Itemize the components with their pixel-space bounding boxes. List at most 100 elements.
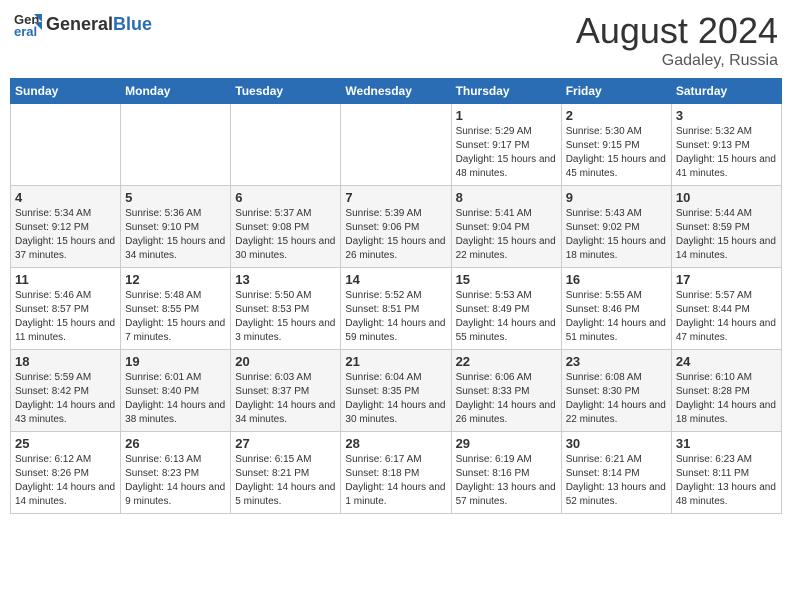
day-info: Sunrise: 6:10 AM Sunset: 8:28 PM Dayligh… — [676, 371, 777, 427]
day-info: Sunrise: 6:01 AM Sunset: 8:40 PM Dayligh… — [125, 371, 226, 427]
day-number: 27 — [235, 436, 336, 451]
day-number: 23 — [566, 354, 667, 369]
day-number: 21 — [345, 354, 446, 369]
table-row: 16 Sunrise: 5:55 AM Sunset: 8:46 PM Dayli… — [561, 268, 671, 350]
table-row — [11, 104, 121, 186]
day-number: 11 — [15, 272, 116, 287]
table-row — [121, 104, 231, 186]
table-row: 1 Sunrise: 5:29 AM Sunset: 9:17 PM Daylig… — [451, 104, 561, 186]
day-number: 7 — [345, 190, 446, 205]
day-number: 12 — [125, 272, 226, 287]
header-friday: Friday — [561, 79, 671, 104]
day-number: 16 — [566, 272, 667, 287]
table-row: 31Sunrise: 6:23 AM Sunset: 8:11 PM Dayli… — [671, 432, 781, 514]
day-info: Sunrise: 6:19 AM Sunset: 8:16 PM Dayligh… — [456, 453, 557, 509]
day-info: Sunrise: 6:06 AM Sunset: 8:33 PM Dayligh… — [456, 371, 557, 427]
day-number: 5 — [125, 190, 226, 205]
day-info: Sunrise: 6:12 AM Sunset: 8:26 PM Dayligh… — [15, 453, 116, 509]
day-number: 2 — [566, 108, 667, 123]
day-info: Sunrise: 6:21 AM Sunset: 8:14 PM Dayligh… — [566, 453, 667, 509]
day-number: 1 — [456, 108, 557, 123]
day-number: 17 — [676, 272, 777, 287]
day-number: 15 — [456, 272, 557, 287]
table-row: 15 Sunrise: 5:53 AM Sunset: 8:49 PM Dayli… — [451, 268, 561, 350]
week-row-5: 25 Sunrise: 6:12 AM Sunset: 8:26 PM Dayli… — [11, 432, 782, 514]
table-row — [341, 104, 451, 186]
header-monday: Monday — [121, 79, 231, 104]
day-number: 20 — [235, 354, 336, 369]
day-info: Sunrise: 5:55 AM Sunset: 8:46 PM Dayligh… — [566, 289, 667, 345]
day-number: 14 — [345, 272, 446, 287]
logo-icon: Gen eral — [14, 10, 42, 38]
page-header: Gen eral GeneralBlue August 2024 Gadaley… — [10, 10, 782, 70]
day-number: 30 — [566, 436, 667, 451]
table-row: 20 Sunrise: 6:03 AM Sunset: 8:37 PM Dayli… — [231, 350, 341, 432]
day-number: 8 — [456, 190, 557, 205]
day-info: Sunrise: 5:52 AM Sunset: 8:51 PM Dayligh… — [345, 289, 446, 345]
table-row: 19Sunrise: 6:01 AM Sunset: 8:40 PM Dayli… — [121, 350, 231, 432]
day-info: Sunrise: 5:29 AM Sunset: 9:17 PM Dayligh… — [456, 125, 557, 181]
day-number: 25 — [15, 436, 116, 451]
day-info: Sunrise: 5:30 AM Sunset: 9:15 PM Dayligh… — [566, 125, 667, 181]
day-number: 24 — [676, 354, 777, 369]
day-info: Sunrise: 5:50 AM Sunset: 8:53 PM Dayligh… — [235, 289, 336, 345]
day-info: Sunrise: 6:17 AM Sunset: 8:18 PM Dayligh… — [345, 453, 446, 509]
table-row: 24 Sunrise: 6:10 AM Sunset: 8:28 PM Dayli… — [671, 350, 781, 432]
day-info: Sunrise: 5:39 AM Sunset: 9:06 PM Dayligh… — [345, 207, 446, 263]
day-info: Sunrise: 5:37 AM Sunset: 9:08 PM Dayligh… — [235, 207, 336, 263]
header-thursday: Thursday — [451, 79, 561, 104]
table-row: 14 Sunrise: 5:52 AM Sunset: 8:51 PM Dayli… — [341, 268, 451, 350]
day-info: Sunrise: 6:04 AM Sunset: 8:35 PM Dayligh… — [345, 371, 446, 427]
day-number: 22 — [456, 354, 557, 369]
table-row: 3Sunrise: 5:32 AM Sunset: 9:13 PM Daylig… — [671, 104, 781, 186]
day-number: 4 — [15, 190, 116, 205]
calendar-table: Sunday Monday Tuesday Wednesday Thursday… — [10, 78, 782, 514]
table-row: 9Sunrise: 5:43 AM Sunset: 9:02 PM Daylig… — [561, 186, 671, 268]
table-row: 2 Sunrise: 5:30 AM Sunset: 9:15 PM Daylig… — [561, 104, 671, 186]
svg-text:eral: eral — [14, 24, 37, 38]
day-info: Sunrise: 6:13 AM Sunset: 8:23 PM Dayligh… — [125, 453, 226, 509]
day-info: Sunrise: 5:44 AM Sunset: 8:59 PM Dayligh… — [676, 207, 777, 263]
table-row: 26 Sunrise: 6:13 AM Sunset: 8:23 PM Dayli… — [121, 432, 231, 514]
header-tuesday: Tuesday — [231, 79, 341, 104]
day-info: Sunrise: 5:59 AM Sunset: 8:42 PM Dayligh… — [15, 371, 116, 427]
table-row: 21 Sunrise: 6:04 AM Sunset: 8:35 PM Dayli… — [341, 350, 451, 432]
table-row: 25 Sunrise: 6:12 AM Sunset: 8:26 PM Dayli… — [11, 432, 121, 514]
table-row: 22 Sunrise: 6:06 AM Sunset: 8:33 PM Dayli… — [451, 350, 561, 432]
table-row: 27 Sunrise: 6:15 AM Sunset: 8:21 PM Dayli… — [231, 432, 341, 514]
logo: Gen eral GeneralBlue — [14, 10, 152, 38]
table-row: 10 Sunrise: 5:44 AM Sunset: 8:59 PM Dayli… — [671, 186, 781, 268]
day-info: Sunrise: 6:03 AM Sunset: 8:37 PM Dayligh… — [235, 371, 336, 427]
week-row-2: 4 Sunrise: 5:34 AM Sunset: 9:12 PM Daylig… — [11, 186, 782, 268]
weekday-header-row: Sunday Monday Tuesday Wednesday Thursday… — [11, 79, 782, 104]
day-info: Sunrise: 5:32 AM Sunset: 9:13 PM Dayligh… — [676, 125, 777, 181]
day-number: 10 — [676, 190, 777, 205]
day-info: Sunrise: 5:57 AM Sunset: 8:44 PM Dayligh… — [676, 289, 777, 345]
day-info: Sunrise: 5:36 AM Sunset: 9:10 PM Dayligh… — [125, 207, 226, 263]
table-row: 4 Sunrise: 5:34 AM Sunset: 9:12 PM Daylig… — [11, 186, 121, 268]
day-info: Sunrise: 6:15 AM Sunset: 8:21 PM Dayligh… — [235, 453, 336, 509]
week-row-1: 1 Sunrise: 5:29 AM Sunset: 9:17 PM Daylig… — [11, 104, 782, 186]
day-info: Sunrise: 5:43 AM Sunset: 9:02 PM Dayligh… — [566, 207, 667, 263]
day-number: 18 — [15, 354, 116, 369]
table-row: 17 Sunrise: 5:57 AM Sunset: 8:44 PM Dayli… — [671, 268, 781, 350]
month-title: August 2024 — [576, 10, 778, 52]
day-number: 28 — [345, 436, 446, 451]
day-info: Sunrise: 5:46 AM Sunset: 8:57 PM Dayligh… — [15, 289, 116, 345]
table-row: 7 Sunrise: 5:39 AM Sunset: 9:06 PM Daylig… — [341, 186, 451, 268]
day-info: Sunrise: 6:08 AM Sunset: 8:30 PM Dayligh… — [566, 371, 667, 427]
table-row — [231, 104, 341, 186]
location-title: Gadaley, Russia — [576, 52, 778, 70]
title-block: August 2024 Gadaley, Russia — [576, 10, 778, 70]
table-row: 5 Sunrise: 5:36 AM Sunset: 9:10 PM Daylig… — [121, 186, 231, 268]
day-info: Sunrise: 5:34 AM Sunset: 9:12 PM Dayligh… — [15, 207, 116, 263]
table-row: 11 Sunrise: 5:46 AM Sunset: 8:57 PM Dayli… — [11, 268, 121, 350]
table-row: 28 Sunrise: 6:17 AM Sunset: 8:18 PM Dayli… — [341, 432, 451, 514]
header-sunday: Sunday — [11, 79, 121, 104]
header-saturday: Saturday — [671, 79, 781, 104]
day-number: 26 — [125, 436, 226, 451]
day-number: 29 — [456, 436, 557, 451]
table-row: 6Sunrise: 5:37 AM Sunset: 9:08 PM Daylig… — [231, 186, 341, 268]
day-number: 31 — [676, 436, 777, 451]
day-info: Sunrise: 5:53 AM Sunset: 8:49 PM Dayligh… — [456, 289, 557, 345]
